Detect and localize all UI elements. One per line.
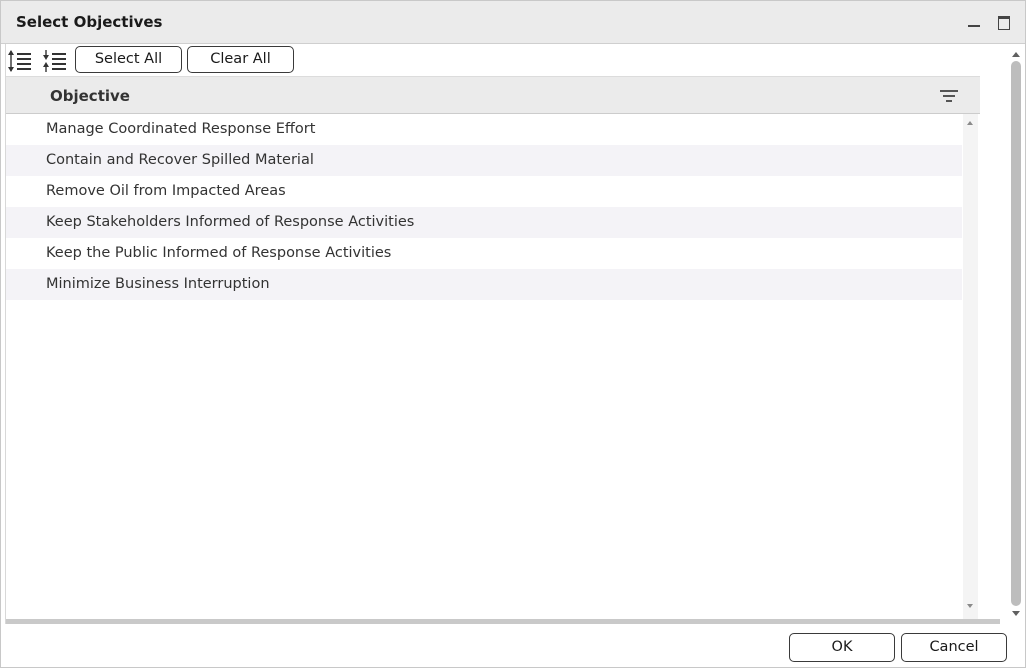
objective-label: Contain and Recover Spilled Material	[46, 152, 314, 168]
dialog-scrollbar[interactable]	[1007, 44, 1023, 624]
objective-label: Manage Coordinated Response Effort	[46, 121, 316, 137]
scroll-down-icon[interactable]	[967, 604, 973, 608]
objective-column-header[interactable]: Objective	[50, 87, 130, 105]
objective-label: Minimize Business Interruption	[46, 276, 270, 292]
list-item[interactable]: Minimize Business Interruption	[6, 269, 962, 300]
expand-all-icon[interactable]	[7, 49, 33, 73]
list-item[interactable]: Contain and Recover Spilled Material	[6, 145, 962, 176]
objective-label: Remove Oil from Impacted Areas	[46, 183, 286, 199]
list-item[interactable]: Remove Oil from Impacted Areas	[6, 176, 962, 207]
select-objectives-dialog: Select Objectives Select All Clear All O…	[0, 0, 1026, 668]
list-item[interactable]: Keep the Public Informed of Response Act…	[6, 238, 962, 269]
filter-icon[interactable]	[939, 88, 959, 104]
cancel-button[interactable]: Cancel	[901, 633, 1007, 662]
maximize-icon[interactable]	[997, 15, 1011, 30]
objective-label: Keep the Public Informed of Response Act…	[46, 245, 392, 261]
dialog-title: Select Objectives	[16, 13, 163, 31]
grid-rows: Manage Coordinated Response Effort Conta…	[6, 114, 980, 619]
scrollbar-thumb[interactable]	[1011, 61, 1021, 606]
clear-all-button[interactable]: Clear All	[187, 46, 294, 73]
minimize-icon[interactable]	[967, 15, 981, 29]
grid-header: Objective	[6, 77, 980, 114]
objectives-grid: Select All Clear All Objective Manage Co…	[6, 44, 980, 622]
scroll-down-icon[interactable]	[1012, 611, 1020, 616]
dialog-footer: OK Cancel	[1, 625, 1025, 667]
scroll-up-icon[interactable]	[1012, 52, 1020, 57]
grid-toolbar: Select All Clear All	[6, 44, 980, 77]
horizontal-scrollbar[interactable]	[6, 619, 1000, 624]
grid-scrollbar[interactable]	[963, 114, 978, 619]
dialog-titlebar[interactable]: Select Objectives	[1, 1, 1025, 44]
ok-button[interactable]: OK	[789, 633, 895, 662]
collapse-all-icon[interactable]	[42, 49, 68, 73]
dialog-content: Select All Clear All Objective Manage Co…	[5, 44, 1025, 624]
scroll-up-icon[interactable]	[967, 121, 973, 125]
select-all-button[interactable]: Select All	[75, 46, 182, 73]
list-item[interactable]: Manage Coordinated Response Effort	[6, 114, 962, 145]
objective-label: Keep Stakeholders Informed of Response A…	[46, 214, 415, 230]
list-item[interactable]: Keep Stakeholders Informed of Response A…	[6, 207, 962, 238]
